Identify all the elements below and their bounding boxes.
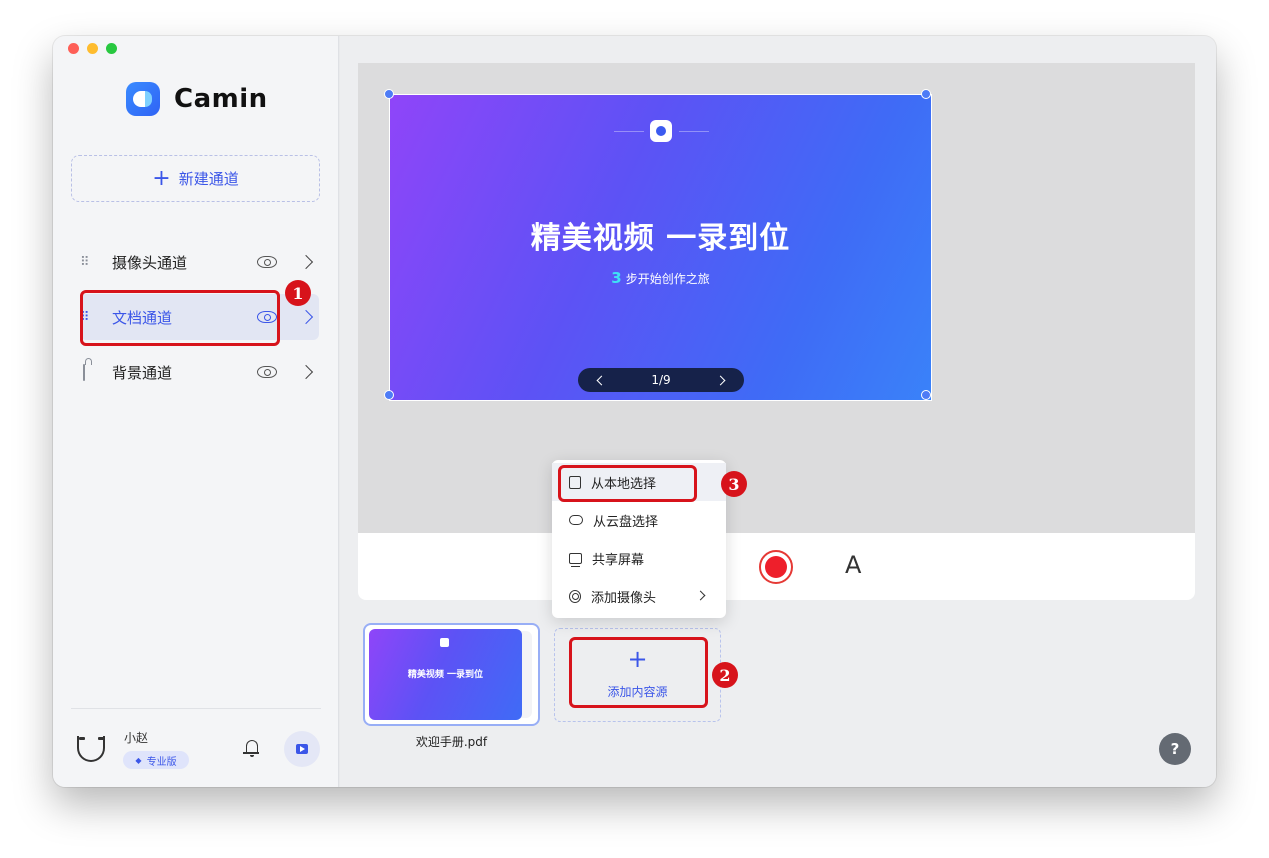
document-slide[interactable]: 精美视频 一录到位 3 步开始创作之旅 1/9 <box>384 89 932 401</box>
pen-tool-icon[interactable]: A <box>845 551 861 579</box>
eye-icon[interactable] <box>257 366 277 378</box>
close-window-button[interactable] <box>68 43 79 54</box>
maximize-window-button[interactable] <box>106 43 117 54</box>
plus-icon: + <box>152 165 171 191</box>
record-button[interactable] <box>759 550 793 584</box>
page-indicator: 1/9 <box>651 373 671 387</box>
cloud-icon <box>569 515 583 525</box>
app-window: Camin + 新建通道 ⠿ 摄像头通道 ⠿ 文档通道 背景通道 小赵 ◆ 专业… <box>53 36 1216 787</box>
menu-item-cloud[interactable]: 从云盘选择 <box>552 501 726 539</box>
menu-item-label: 添加摄像头 <box>591 590 657 606</box>
diamond-icon: ◆ <box>135 755 142 765</box>
lock-icon-wrap <box>80 363 96 381</box>
chevron-right-icon[interactable] <box>715 375 726 385</box>
menu-item-label: 共享屏幕 <box>592 552 645 568</box>
slide-title: 精美视频 一录到位 <box>530 221 791 256</box>
eye-icon[interactable] <box>257 256 277 268</box>
chevron-right-icon[interactable] <box>298 364 314 380</box>
slide-subtitle: 3 步开始创作之旅 <box>390 269 931 287</box>
resize-handle[interactable] <box>921 390 931 400</box>
screen-icon <box>569 552 582 567</box>
camera-icon <box>569 589 581 603</box>
channel-label: 摄像头通道 <box>112 253 188 272</box>
lock-icon <box>83 363 85 381</box>
help-button[interactable]: ? <box>1159 733 1191 765</box>
source-file-label: 欢迎手册.pdf <box>415 735 488 749</box>
pro-badge: ◆ 专业版 <box>123 751 189 769</box>
new-channel-label: 新建通道 <box>178 170 239 188</box>
chevron-right-icon[interactable] <box>298 309 314 325</box>
channel-camera[interactable]: ⠿ 摄像头通道 <box>80 239 319 285</box>
annotation-number: 2 <box>712 662 738 688</box>
resize-handle[interactable] <box>384 89 394 99</box>
sidebar: Camin + 新建通道 ⠿ 摄像头通道 ⠿ 文档通道 背景通道 小赵 ◆ 专业… <box>53 36 339 787</box>
user-name: 小赵 <box>124 731 149 745</box>
camin-logo-icon <box>650 120 672 142</box>
divider <box>71 708 321 709</box>
resize-handle[interactable] <box>921 89 931 99</box>
page-navigator: 1/9 <box>578 368 744 392</box>
slide-subtitle-text: 步开始创作之旅 <box>625 272 710 286</box>
thumbnail-title: 精美视频 一录到位 <box>407 670 484 680</box>
slide-subtitle-number: 3 <box>611 269 622 287</box>
annotation-box <box>80 290 280 346</box>
menu-item-share-screen[interactable]: 共享屏幕 <box>552 539 726 577</box>
preview-stage: 精美视频 一录到位 3 步开始创作之旅 1/9 <box>358 63 1195 533</box>
app-name: Camin <box>174 84 268 114</box>
menu-item-add-camera[interactable]: 添加摄像头 <box>552 577 726 615</box>
menu-item-label: 从云盘选择 <box>593 514 659 530</box>
avatar-smile <box>77 736 105 762</box>
thumbnail-image: 精美视频 一录到位 <box>369 629 522 720</box>
app-logo: Camin <box>126 82 268 116</box>
chevron-left-icon[interactable] <box>596 375 607 385</box>
record-toolbar: A <box>358 533 1195 600</box>
divider <box>614 131 644 132</box>
bell-icon[interactable] <box>243 740 259 757</box>
resize-handle[interactable] <box>384 390 394 400</box>
main-area: 精美视频 一录到位 3 步开始创作之旅 1/9 A 精美视频 一录到位 欢迎手册… <box>340 36 1216 787</box>
play-icon <box>296 744 308 754</box>
pro-badge-label: 专业版 <box>146 756 177 768</box>
annotation-number: 3 <box>721 471 747 497</box>
camin-logo-icon <box>440 638 449 647</box>
annotation-box <box>569 637 708 708</box>
camin-logo-icon <box>126 82 160 116</box>
drag-handle-icon[interactable]: ⠿ <box>80 255 96 270</box>
recordings-button[interactable] <box>284 731 320 767</box>
annotation-box <box>558 465 697 502</box>
divider <box>679 131 709 132</box>
channel-label: 背景通道 <box>112 363 173 382</box>
avatar[interactable] <box>77 734 107 764</box>
new-channel-button[interactable]: + 新建通道 <box>71 155 320 202</box>
channel-background[interactable]: 背景通道 <box>80 349 319 395</box>
source-thumbnail[interactable]: 精美视频 一录到位 <box>363 623 540 726</box>
chevron-right-icon[interactable] <box>298 254 314 270</box>
annotation-number: 1 <box>285 280 311 306</box>
chevron-right-icon <box>695 590 706 601</box>
minimize-window-button[interactable] <box>87 43 98 54</box>
